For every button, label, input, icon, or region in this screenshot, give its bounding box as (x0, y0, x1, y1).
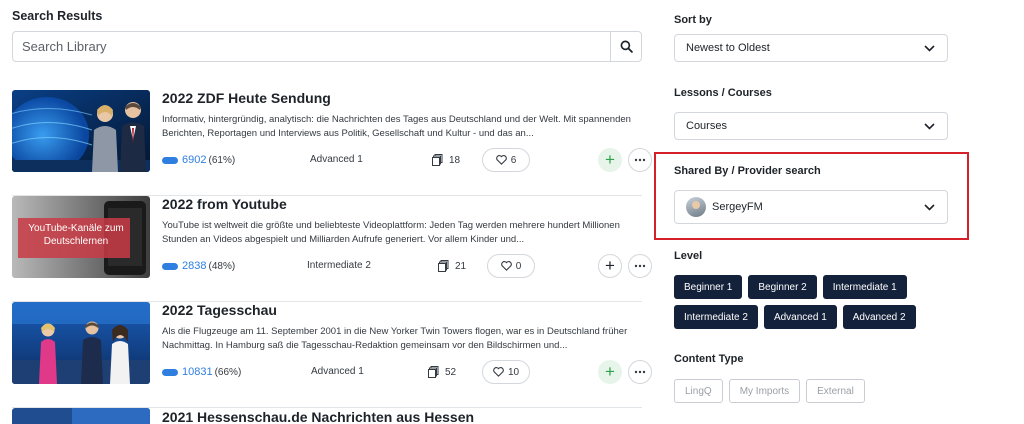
known-words: 2838 (48%) (162, 260, 235, 272)
lessons-count: 21 (438, 260, 466, 272)
chevron-down-icon (924, 44, 935, 52)
lessons-count: 52 (428, 366, 456, 378)
likes-count: 0 (515, 260, 522, 272)
known-words-percent: (61%) (208, 154, 236, 166)
more-icon (634, 158, 646, 162)
lessons-stack-icon (428, 366, 439, 378)
more-icon (634, 264, 646, 268)
level-chips-row-1: Beginner 1 Beginner 2 Intermediate 1 (674, 275, 907, 299)
course-level: Intermediate 2 (307, 260, 371, 271)
course-meta: 6902 (61%) Advanced 1 18 6 + (162, 148, 652, 172)
known-words-icon (162, 262, 178, 270)
course-title[interactable]: 2022 from Youtube (162, 196, 287, 212)
known-words-count: 2838 (182, 260, 207, 272)
course-thumbnail[interactable]: YouTube-Kanäle zum Deutschlernen (12, 196, 150, 278)
more-icon (634, 370, 646, 374)
likes-count: 10 (507, 366, 520, 378)
content-chip-lingq[interactable]: LingQ (674, 379, 723, 403)
search-bar (12, 31, 642, 62)
sort-select[interactable]: Newest to Oldest (674, 34, 948, 62)
content-type-label: Content Type (674, 353, 744, 365)
lessons-count-value: 52 (445, 366, 457, 378)
news-studio-image (12, 90, 150, 172)
search-input[interactable] (13, 32, 610, 61)
known-words-icon (162, 368, 178, 376)
lessons-count-value: 21 (455, 260, 467, 272)
level-label: Level (674, 250, 703, 262)
heart-icon (493, 367, 504, 377)
sort-value: Newest to Oldest (686, 42, 770, 54)
level-chip-beginner-1[interactable]: Beginner 1 (674, 275, 743, 299)
level-chip-advanced-2[interactable]: Advanced 2 (842, 305, 916, 329)
course-title[interactable]: 2022 ZDF Heute Sendung (162, 90, 331, 106)
more-options-button[interactable] (628, 254, 652, 278)
known-words-icon (162, 156, 178, 164)
thumbnail-caption: YouTube-Kanäle zum Deutschlernen (28, 223, 124, 247)
search-button[interactable] (610, 32, 641, 61)
course-description: Informativ, hintergründig, analytisch: d… (162, 114, 631, 139)
like-button[interactable]: 10 (482, 360, 530, 384)
course-title[interactable]: 2021 Hessenschau.de Nachrichten aus Hess… (162, 409, 474, 424)
section-title: Search Results (12, 9, 103, 23)
heart-icon (495, 155, 507, 165)
course-item[interactable]: 2022 Tagesschau Als die Flugzeuge am 11.… (12, 302, 652, 408)
add-course-button[interactable]: + (598, 148, 622, 172)
known-words-percent: (48%) (208, 260, 236, 272)
known-words-percent: (66%) (214, 366, 242, 378)
course-level: Advanced 1 (311, 366, 364, 377)
course-item[interactable]: YouTube-Kanäle zum Deutschlernen 2022 fr… (12, 196, 652, 302)
level-chip-advanced-1[interactable]: Advanced 1 (763, 305, 837, 329)
hessenschau-image (12, 408, 150, 424)
lessons-stack-icon (438, 260, 449, 272)
lessons-count-value: 18 (449, 154, 461, 166)
content-chip-my-imports[interactable]: My Imports (728, 379, 801, 403)
lessons-stack-icon (432, 154, 443, 166)
lessons-courses-label: Lessons / Courses (674, 87, 772, 99)
plus-icon: + (605, 362, 615, 381)
known-words: 6902 (61%) (162, 154, 235, 166)
level-chip-intermediate-2[interactable]: Intermediate 2 (674, 305, 758, 329)
known-words-count: 6902 (182, 154, 207, 166)
course-thumbnail[interactable] (12, 90, 150, 172)
add-course-button[interactable]: + (598, 254, 622, 278)
more-options-button[interactable] (628, 360, 652, 384)
level-chip-beginner-2[interactable]: Beginner 2 (748, 275, 817, 299)
course-thumbnail[interactable] (12, 408, 150, 424)
like-button[interactable]: 0 (487, 254, 535, 278)
plus-icon: + (605, 150, 615, 169)
course-meta: 2838 (48%) Intermediate 2 21 0 + (162, 254, 652, 278)
highlight-box (654, 152, 969, 240)
search-icon (620, 40, 633, 53)
lessons-courses-value: Courses (686, 120, 727, 132)
content-chip-external[interactable]: External (806, 379, 865, 403)
lessons-count: 18 (432, 154, 460, 166)
course-title[interactable]: 2022 Tagesschau (162, 302, 277, 318)
sort-label: Sort by (674, 14, 712, 26)
content-type-chips: LingQ My Imports External (674, 379, 865, 403)
heart-icon (500, 261, 512, 271)
likes-count: 6 (510, 154, 517, 166)
course-item[interactable]: 2022 ZDF Heute Sendung Informativ, hinte… (12, 90, 652, 196)
course-meta: 10831 (66%) Advanced 1 52 10 + (162, 360, 652, 384)
like-button[interactable]: 6 (482, 148, 530, 172)
chevron-down-icon (924, 122, 935, 130)
course-level: Advanced 1 (310, 154, 363, 165)
tagesschau-studio-image (12, 302, 150, 384)
plus-icon: + (605, 256, 615, 275)
course-description: YouTube ist weltweit die größte und beli… (162, 220, 620, 245)
course-description: Als die Flugzeuge am 11. September 2001 … (162, 326, 628, 351)
add-course-button[interactable]: + (598, 360, 622, 384)
more-options-button[interactable] (628, 148, 652, 172)
known-words: 10831 (66%) (162, 366, 241, 378)
level-chips-row-2: Intermediate 2 Advanced 1 Advanced 2 (674, 305, 916, 329)
course-thumbnail[interactable] (12, 302, 150, 384)
course-item[interactable]: 2021 Hessenschau.de Nachrichten aus Hess… (12, 408, 642, 424)
known-words-count: 10831 (182, 366, 213, 378)
lessons-courses-select[interactable]: Courses (674, 112, 948, 140)
level-chip-intermediate-1[interactable]: Intermediate 1 (822, 275, 907, 299)
